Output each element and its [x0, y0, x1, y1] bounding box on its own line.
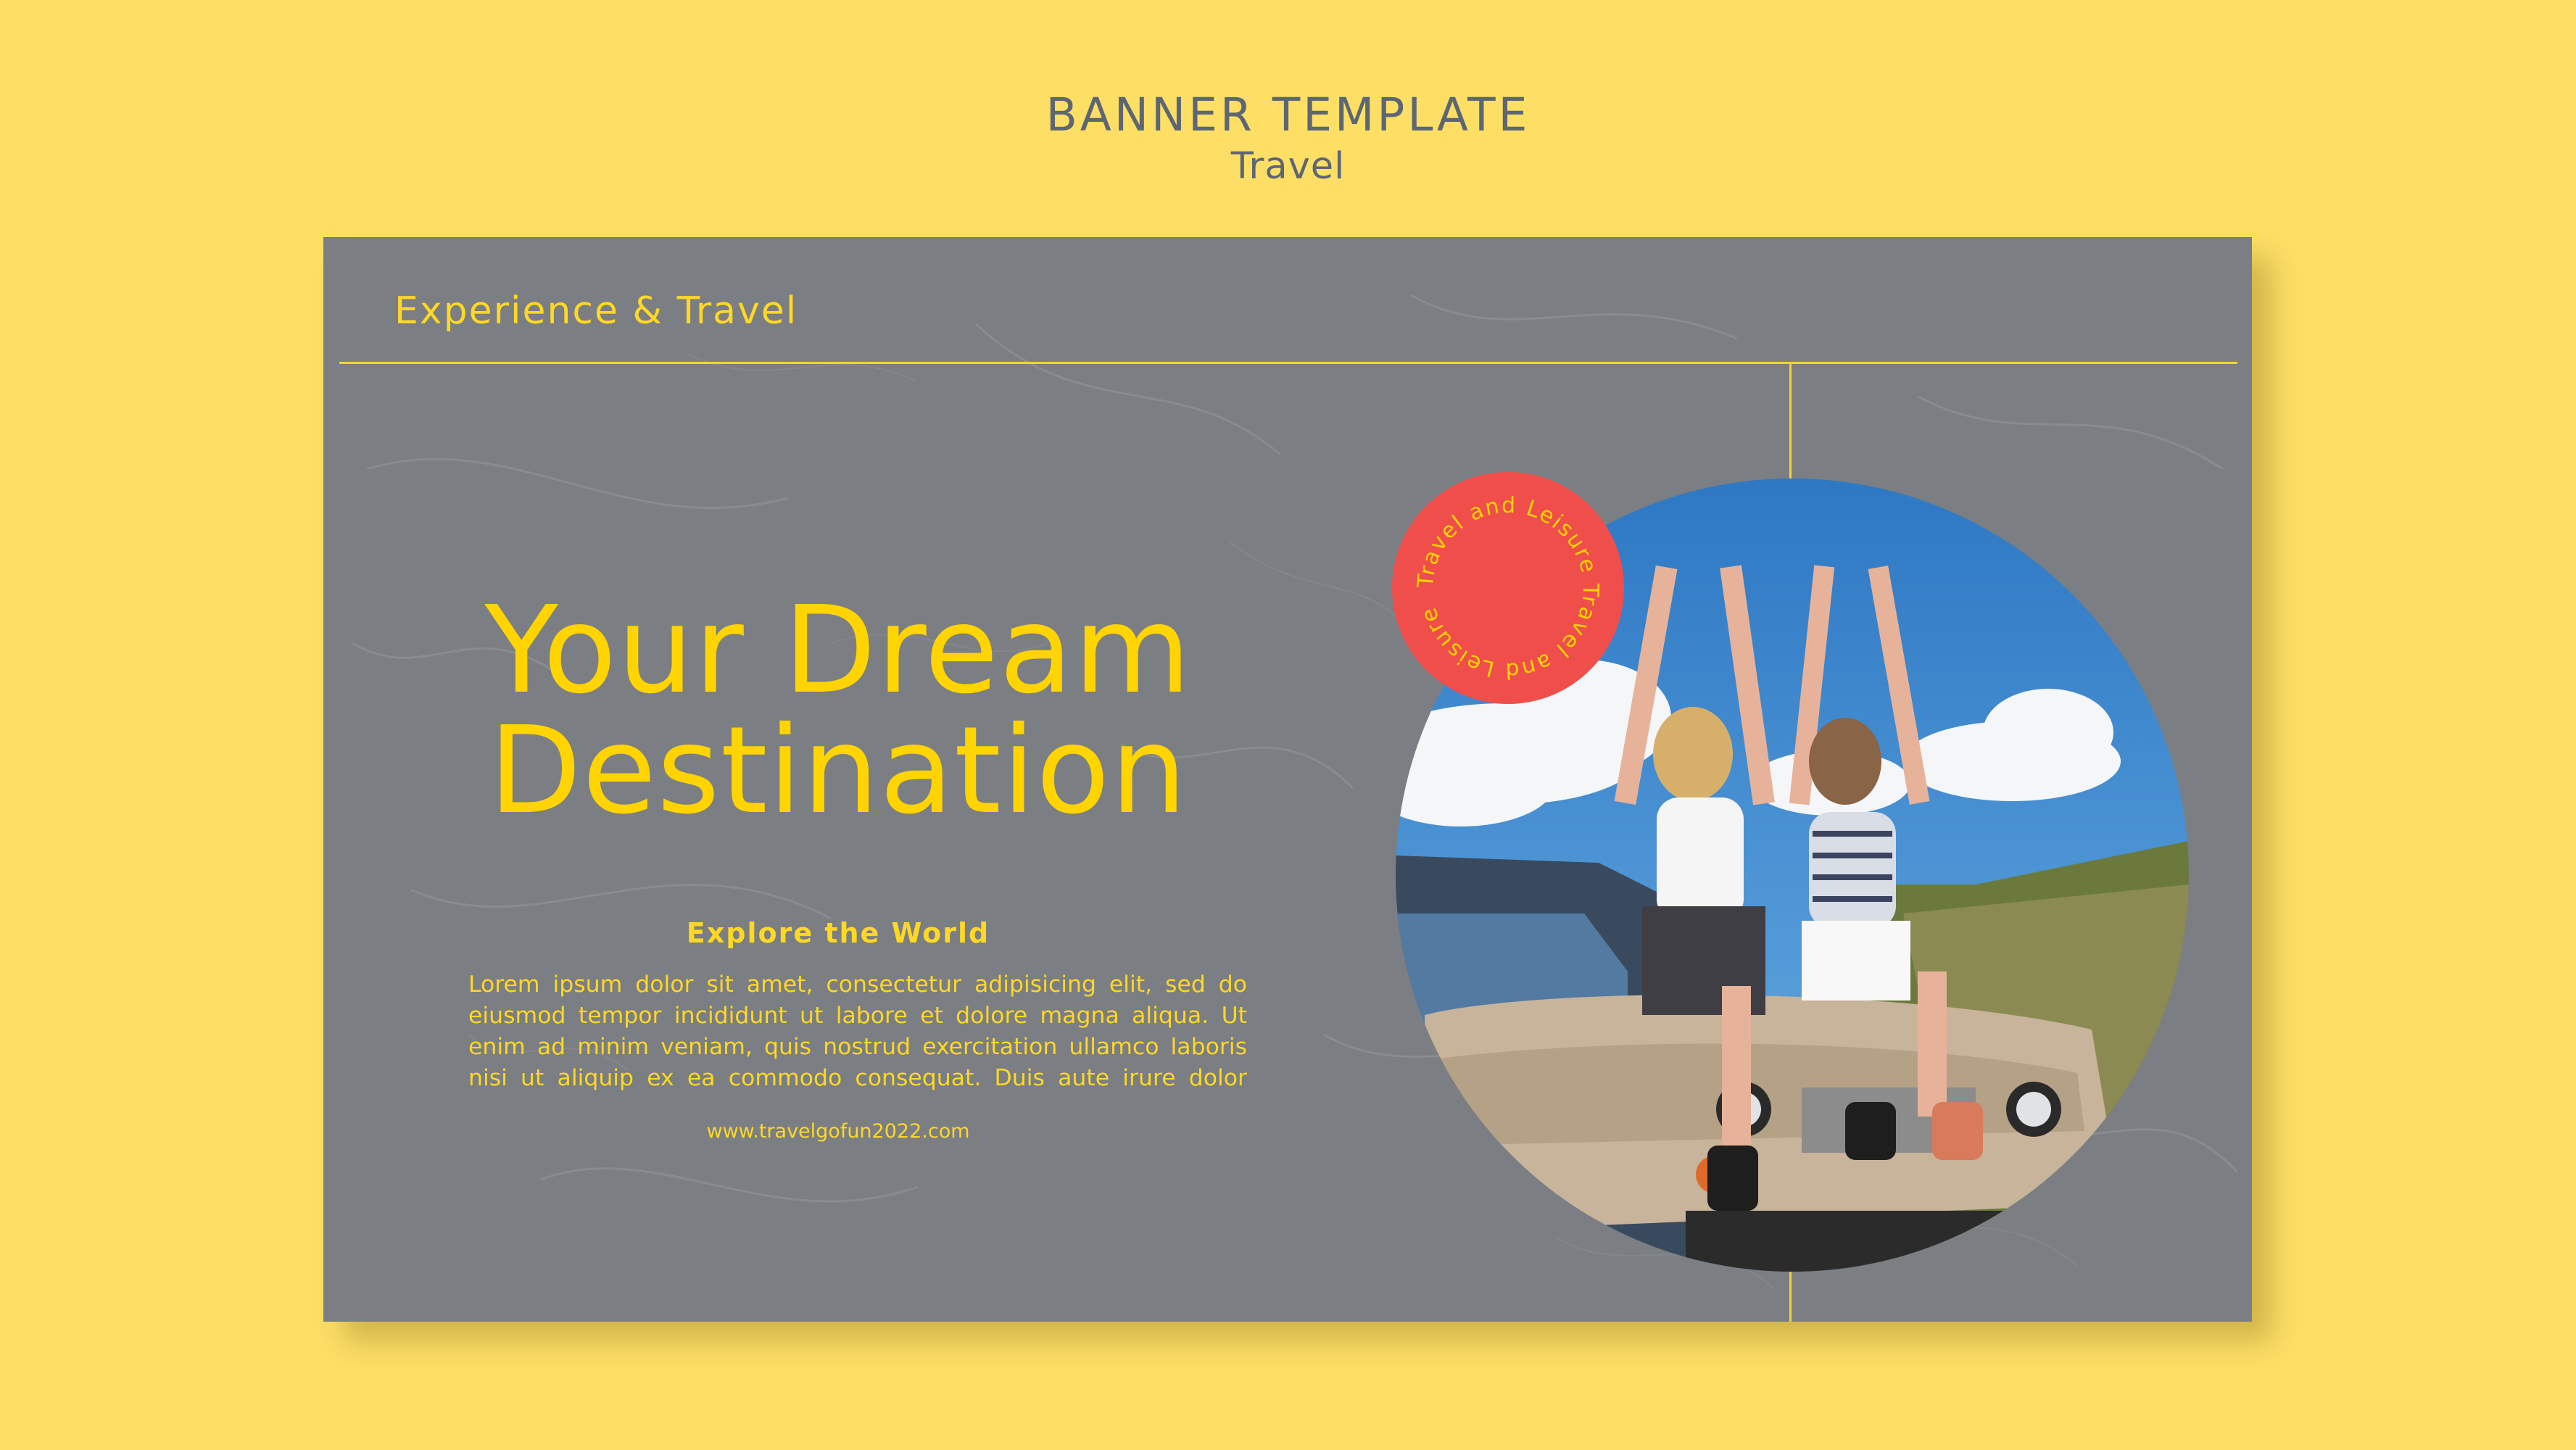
headline-line-2: Destination	[489, 701, 1188, 841]
body-line: nisi ut aliquip ex ea commodo consequat.…	[468, 1065, 1247, 1091]
horizontal-rule	[339, 362, 2237, 364]
page-title: BANNER TEMPLATE	[1045, 88, 1531, 141]
website-link[interactable]: www.travelgofun2022.com	[476, 1120, 1201, 1143]
body-line: enim ad minim veniam, quis nostrud exerc…	[468, 1034, 1247, 1060]
kicker-label: Experience & Travel	[394, 289, 798, 333]
body-text: Lorem ipsum dolor sit amet, consectetur …	[468, 969, 1247, 1094]
headline: Your Dream Destination	[476, 591, 1201, 832]
body-line: eiusmod tempor incididunt ut labore et d…	[468, 1003, 1247, 1029]
badge-icon: Travel and Leisure Travel and Leisure	[1392, 472, 1624, 704]
headline-line-1: Your Dream	[484, 581, 1192, 721]
page-subtitle: Travel	[1230, 145, 1346, 188]
section-title: Explore the World	[686, 917, 990, 949]
body-line: Lorem ipsum dolor sit amet, consectetur …	[468, 972, 1247, 998]
page: BANNER TEMPLATE Travel Experience & Trav…	[0, 0, 2576, 1450]
banner: Experience & Travel Your Dream Destinati…	[323, 237, 2252, 1322]
